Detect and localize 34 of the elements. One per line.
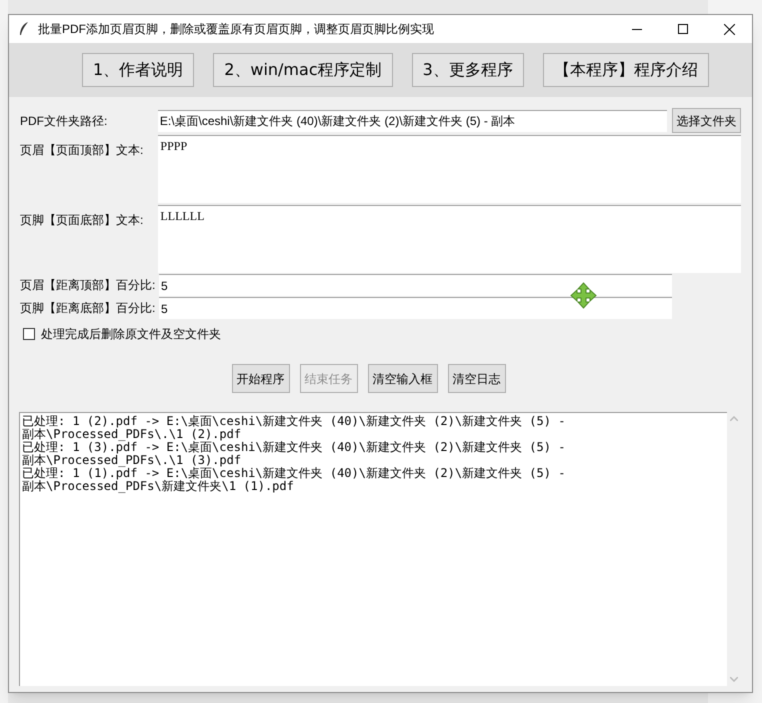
log-line: 已处理: 1 (1).pdf -> E:\桌面\ceshi\新建文件夹 (40)\新建文件夹 (2)\新建文件夹 (5) - (22, 467, 566, 480)
nav-button[interactable]: 2、win/mac程序定制 (213, 53, 393, 87)
minimize-icon (632, 28, 642, 30)
folder-path-field[interactable]: E:\桌面\ceshi\新建文件夹 (40)\新建文件夹 (2)\新建文件夹 (5) - 副本 (158, 110, 667, 132)
action-button[interactable]: 清空输入框 (368, 364, 438, 393)
window-title: 批量PDF添加页眉页脚，删除或覆盖原有页眉页脚，调整页眉页脚比例实现 (38, 21, 434, 38)
header-text-field[interactable]: PPPP (158, 135, 741, 203)
checkbox[interactable] (23, 328, 35, 340)
footer-text-field[interactable]: LLLLLL (158, 205, 741, 273)
nav-button[interactable]: 【本程序】程序介绍 (542, 53, 709, 87)
field-label: 页眉【距离顶部】百分比: (20, 277, 156, 294)
log-line: 已处理: 1 (3).pdf -> E:\桌面\ceshi\新建文件夹 (40)\新建文件夹 (2)\新建文件夹 (5) - (22, 441, 566, 454)
nav-button[interactable]: 3、更多程序 (412, 53, 524, 87)
percent-field[interactable]: 5 (159, 297, 672, 319)
field-label: PDF文件夹路径: (20, 112, 108, 130)
maximize-icon (678, 24, 688, 34)
choose-folder-button[interactable]: 选择文件夹 (672, 108, 741, 133)
field-label: 页脚【距离底部】百分比: (20, 300, 156, 317)
action-button[interactable]: 清空日志 (448, 364, 506, 393)
close-icon (724, 24, 734, 34)
log-line: 已处理: 1 (2).pdf -> E:\桌面\ceshi\新建文件夹 (40)\新建文件夹 (2)\新建文件夹 (5) - (22, 415, 566, 428)
percent-field[interactable]: 5 (159, 274, 672, 296)
feather-icon (18, 21, 30, 37)
action-button[interactable]: 开始程序 (232, 364, 290, 393)
field-label: 页眉【页面顶部】文本: (20, 142, 144, 159)
log-line: 副本\Processed_PDFs\.\1 (3).pdf (22, 454, 242, 467)
nav-button[interactable]: 1、作者说明 (82, 53, 194, 87)
scroll-down-icon[interactable] (730, 677, 738, 682)
scroll-up-icon[interactable] (730, 416, 738, 421)
checkbox-label: 处理完成后删除原文件及空文件夹 (41, 326, 221, 343)
log-line: 副本\Processed_PDFs\.\1 (2).pdf (22, 428, 242, 441)
move-cursor-icon (570, 282, 597, 309)
field-label: 页脚【页面底部】文本: (20, 212, 144, 229)
log-line: 副本\Processed_PDFs\新建文件夹\1 (1).pdf (22, 480, 295, 493)
